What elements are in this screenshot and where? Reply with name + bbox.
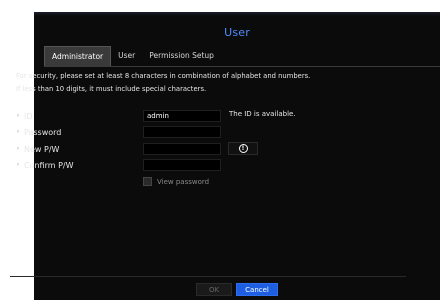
view-password-option[interactable]: View password [143,177,209,186]
password-field[interactable] [143,126,221,138]
password-row: ◦ Password [16,126,134,138]
cancel-button[interactable]: Cancel [236,283,278,296]
view-password-checkbox[interactable] [143,177,152,186]
dialog-title: User [224,26,250,39]
description-line-1: For security, please set at least 8 char… [16,72,311,80]
bullet-icon: ◦ [16,145,21,153]
bullet-icon: ◦ [16,112,21,120]
id-field[interactable]: admin [143,110,221,122]
dialog-top-bar [34,12,440,16]
new-password-field[interactable] [143,143,221,155]
user-dialog: User Administrator User Permission Setup [34,12,440,300]
confirm-password-field[interactable] [143,159,221,171]
tab-user[interactable]: User [111,46,142,66]
new-password-row: ◦ New P/W [16,143,134,155]
password-label: Password [24,127,62,137]
password-info-button[interactable]: ! [228,142,258,155]
footer-divider [10,276,406,277]
bullet-icon: ◦ [16,161,21,169]
tab-divider [44,66,440,67]
tab-bar: Administrator User Permission Setup [44,46,221,66]
bullet-icon: ◦ [16,128,21,136]
security-description: For security, please set at least 8 char… [16,70,310,96]
id-label: ID [24,111,33,121]
info-circle-icon: ! [238,144,248,153]
id-status-text: The ID is available. [229,110,296,118]
confirm-password-label: Confirm P/W [24,160,74,170]
confirm-password-row: ◦ Confirm P/W [16,159,134,171]
tab-administrator[interactable]: Administrator [44,46,112,66]
tab-permission-setup[interactable]: Permission Setup [142,46,221,66]
view-password-label: View password [157,177,210,186]
id-row: ◦ ID [16,110,134,122]
ok-button[interactable]: OK [196,283,232,296]
new-password-label: New P/W [24,144,60,154]
description-line-2: If less than 10 digits, it must include … [16,85,207,93]
